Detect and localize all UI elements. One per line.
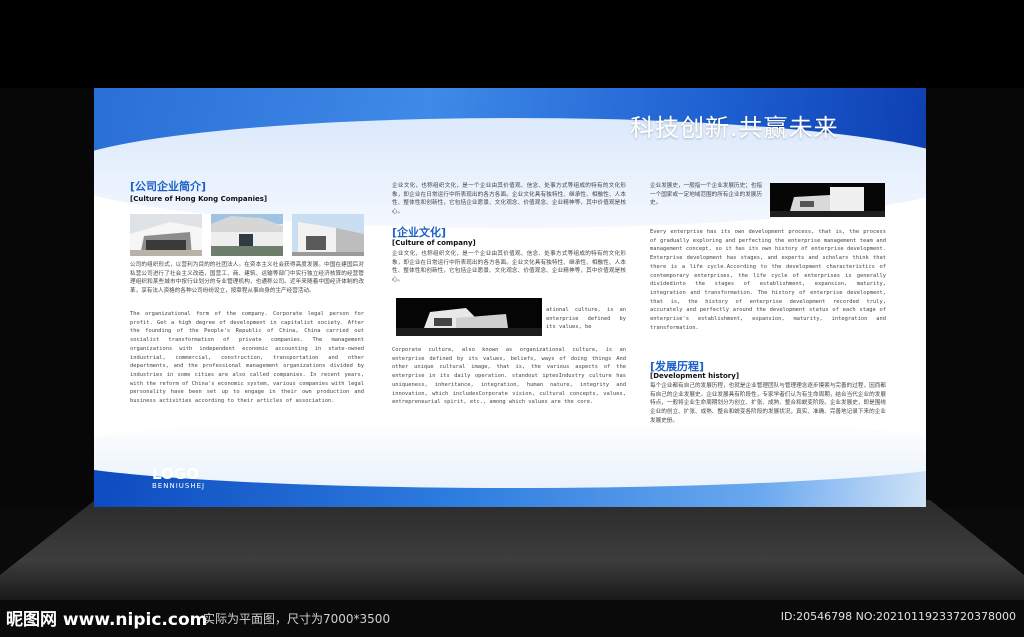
watermark-note: 实际为平面图，尺寸为7000*3500 bbox=[203, 612, 391, 626]
watermark-site: 昵图网 www.nipic.com bbox=[6, 610, 208, 630]
culture-title-en: [Culture of company] bbox=[392, 239, 476, 247]
development-body-cn: 每个企业都有自己的发展历程，也就是企业管理团队与管理理念逐步摸索与完善的过程，因… bbox=[650, 383, 886, 424]
culture-title-cn: [企业文化] bbox=[392, 226, 447, 239]
about-body-en: The organizational form of the company. … bbox=[130, 311, 364, 405]
slogan: 科技创新.共赢未来 bbox=[630, 114, 839, 142]
stage-floor bbox=[0, 500, 1024, 600]
building-photo-5 bbox=[770, 183, 885, 217]
development-intro-cn: 企业发展史，一般指一个企业发展历史；也指一个国家或一定地域范围的所有企业的发展历… bbox=[650, 183, 762, 207]
logo-text: LOGO bbox=[152, 465, 199, 483]
about-title-en: [Culture of Hong Kong Companies] bbox=[130, 195, 268, 203]
about-body-cn: 公司的组织形式，以营利为目的的社团法人。在资本主义社会获得高度发展。中国在建国后… bbox=[130, 262, 364, 295]
logo-subtext: BENNIUSHEJ bbox=[152, 482, 206, 490]
culture-body-en: Corporate culture, also known as organiz… bbox=[392, 347, 626, 406]
about-title-cn: [公司企业简介] bbox=[130, 180, 207, 193]
building-photo-3 bbox=[292, 214, 364, 256]
building-photo-4 bbox=[396, 298, 542, 336]
culture-body-cn: 企业文化，也称组织文化，是一个企业由其价值观、信念、处事方式等组成的特有的文化形… bbox=[392, 251, 626, 284]
logo: LOGO BENNIUSHEJ bbox=[152, 466, 205, 490]
development-body-en: Every enterprise has its own development… bbox=[650, 229, 886, 331]
building-photo-2 bbox=[211, 214, 283, 256]
stage-backdrop-right bbox=[924, 88, 1024, 508]
culture-side-en: ational culture, is an enterprise define… bbox=[546, 307, 626, 331]
development-title-en: [Development history] bbox=[650, 372, 740, 380]
stage-backdrop-top bbox=[0, 0, 1024, 90]
display-board: 科技创新.共赢未来 [公司企业简介] [Culture of Hong Kong… bbox=[94, 88, 926, 507]
stage-backdrop-left bbox=[0, 88, 95, 508]
building-photo-1 bbox=[130, 214, 202, 256]
bottom-swoosh bbox=[94, 418, 926, 488]
culture-intro-cn: 企业文化，也称组织文化，是一个企业由其价值观、信念、处事方式等组成的特有的文化形… bbox=[392, 183, 626, 216]
watermark-bar: 昵图网 www.nipic.com 实际为平面图，尺寸为7000*3500 ID… bbox=[0, 598, 1024, 637]
watermark-id: ID:20546798 NO:20210119233720378000 bbox=[780, 610, 1016, 623]
